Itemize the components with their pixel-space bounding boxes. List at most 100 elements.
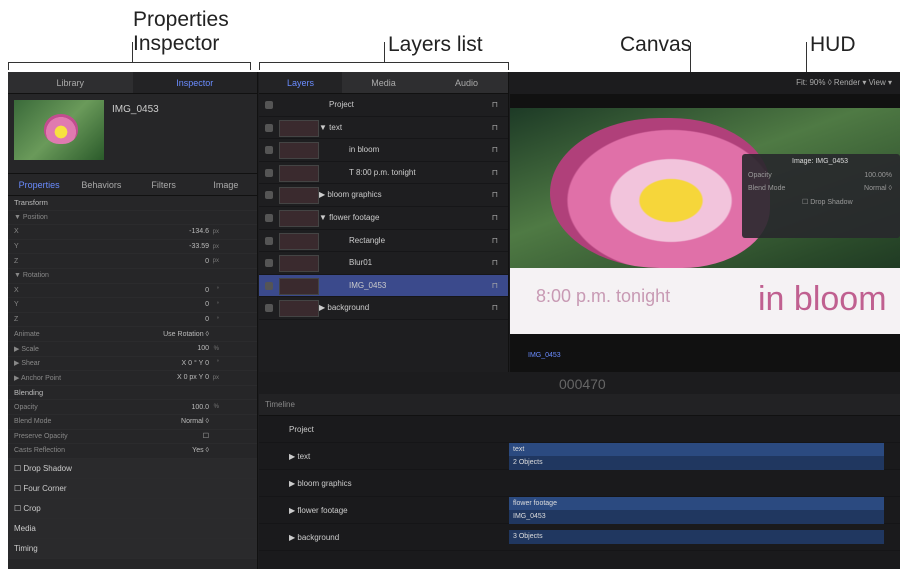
property-value[interactable]: -33.59 — [189, 243, 209, 250]
property-row[interactable]: Y -33.59 px — [8, 240, 257, 255]
layer-checkbox[interactable] — [265, 213, 273, 222]
layer-row[interactable]: ▶ background ⊓ — [259, 297, 508, 320]
lock-icon[interactable]: ⊓ — [492, 145, 498, 154]
lock-icon[interactable]: ⊓ — [492, 190, 498, 199]
layer-checkbox[interactable] — [265, 281, 273, 290]
property-value[interactable]: 0 — [205, 316, 209, 323]
timeline-row[interactable]: Project — [259, 416, 900, 443]
layer-name[interactable]: Blur01 — [349, 258, 372, 267]
timeline-track-name[interactable]: ▶ flower footage — [289, 506, 348, 515]
property-section[interactable]: ☐ Crop — [8, 498, 257, 519]
property-row[interactable]: Blending — [8, 386, 257, 401]
property-value[interactable]: 100 — [197, 345, 209, 352]
property-value[interactable]: X 0 ° Y 0 — [182, 360, 209, 367]
lock-icon[interactable]: ⊓ — [492, 213, 498, 222]
property-row[interactable]: ▼ Position — [8, 211, 257, 226]
property-row[interactable]: X 0 ° — [8, 284, 257, 299]
property-section[interactable]: Timing — [8, 538, 257, 559]
property-value[interactable]: 100.0 — [191, 404, 209, 411]
layer-checkbox[interactable] — [265, 304, 273, 313]
canvas-text-small[interactable]: 8:00 p.m. tonight — [536, 286, 670, 307]
property-row[interactable]: ▼ Rotation — [8, 269, 257, 284]
timeline-track-name[interactable]: ▶ text — [289, 452, 310, 461]
lock-icon[interactable]: ⊓ — [492, 123, 498, 132]
tab-audio[interactable]: Audio — [425, 72, 508, 93]
timeline-row[interactable]: ▶ text text 2 Objects — [259, 443, 900, 470]
hud-drop-shadow-checkbox[interactable]: ☐ Drop Shadow — [802, 198, 853, 206]
property-row[interactable]: Preserve Opacity ☐ — [8, 430, 257, 445]
layer-checkbox[interactable] — [265, 236, 273, 245]
layer-row[interactable]: Project ⊓ — [259, 94, 508, 117]
property-row[interactable]: Transform — [8, 196, 257, 211]
hud-row-value[interactable]: 100.00% — [864, 172, 892, 179]
layer-row[interactable]: Rectangle ⊓ — [259, 230, 508, 253]
property-row[interactable]: ▶ Scale 100% — [8, 342, 257, 357]
property-row[interactable]: Opacity 100.0% — [8, 400, 257, 415]
timeline-clip-bar[interactable]: IMG_0453 — [509, 510, 884, 524]
layer-name[interactable]: Project — [329, 100, 354, 109]
timeline-track-name[interactable]: ▶ bloom graphics — [289, 479, 352, 488]
property-section[interactable]: ☐ Four Corner — [8, 478, 257, 499]
timeline-track-name[interactable]: Project — [289, 425, 314, 434]
layer-row[interactable]: ▶ bloom graphics ⊓ — [259, 184, 508, 207]
timeline-clip-bar[interactable]: 3 Objects — [509, 530, 884, 544]
lock-icon[interactable]: ⊓ — [492, 303, 498, 312]
lock-icon[interactable]: ⊓ — [492, 258, 498, 267]
tab-image[interactable]: Image — [195, 174, 257, 195]
property-section[interactable]: ☐ Drop Shadow — [8, 458, 257, 479]
hud-row-value[interactable]: Normal ◊ — [864, 185, 892, 192]
property-value[interactable]: X 0 px Y 0 — [177, 374, 209, 381]
timeline-clip-bar[interactable]: 2 Objects — [509, 456, 884, 470]
property-value[interactable]: Use Rotation ◊ — [163, 331, 209, 338]
timeline-row[interactable]: ▶ bloom graphics — [259, 470, 900, 497]
property-row[interactable]: Animate Use Rotation ◊ — [8, 327, 257, 342]
layer-checkbox[interactable] — [265, 259, 273, 268]
layer-row[interactable]: Blur01 ⊓ — [259, 252, 508, 275]
property-row[interactable]: ▶ Anchor Point X 0 px Y 0 px — [8, 371, 257, 386]
layer-row[interactable]: IMG_0453 ⊓ — [259, 274, 508, 298]
property-value[interactable]: 0 — [205, 287, 209, 294]
tab-layers[interactable]: Layers — [259, 72, 342, 93]
lock-icon[interactable]: ⊓ — [492, 281, 498, 290]
layer-row[interactable]: ▼ flower footage ⊓ — [259, 207, 508, 230]
property-value[interactable]: Yes ◊ — [192, 447, 209, 454]
property-row[interactable]: Blend Mode Normal ◊ — [8, 415, 257, 430]
layer-name[interactable]: ▶ bloom graphics — [319, 190, 382, 199]
layer-name[interactable]: Rectangle — [349, 236, 385, 245]
property-row[interactable]: Z 0 ° — [8, 313, 257, 328]
property-row[interactable]: Casts Reflection Yes ◊ — [8, 444, 257, 459]
tab-media[interactable]: Media — [342, 72, 425, 93]
layer-checkbox[interactable] — [265, 191, 273, 200]
property-value[interactable]: ☐ — [203, 432, 209, 440]
property-value[interactable]: 0 — [205, 301, 209, 308]
layer-row[interactable]: ▼ text ⊓ — [259, 117, 508, 140]
layer-name[interactable]: T 8:00 p.m. tonight — [349, 168, 416, 177]
timeline-track-name[interactable]: ▶ background — [289, 533, 339, 542]
layer-name[interactable]: IMG_0453 — [349, 281, 386, 290]
lock-icon[interactable]: ⊓ — [492, 236, 498, 245]
tab-inspector[interactable]: Inspector — [132, 72, 257, 93]
timeline-row[interactable]: ▶ background 3 Objects — [259, 524, 900, 551]
tab-behaviors[interactable]: Behaviors — [70, 174, 132, 195]
layer-checkbox[interactable] — [265, 101, 273, 109]
tab-properties[interactable]: Properties — [8, 174, 70, 195]
canvas-text-big[interactable]: in bloom — [758, 280, 887, 319]
layer-name[interactable]: in bloom — [349, 145, 379, 154]
layer-checkbox[interactable] — [265, 146, 273, 155]
tab-library[interactable]: Library — [8, 72, 133, 93]
layer-name[interactable]: ▼ flower footage — [319, 213, 379, 222]
property-section[interactable]: Media — [8, 518, 257, 539]
layer-checkbox[interactable] — [265, 123, 273, 132]
layer-row[interactable]: in bloom ⊓ — [259, 139, 508, 162]
property-value[interactable]: Normal ◊ — [181, 418, 209, 425]
timeline-clip-bar[interactable]: text — [509, 443, 884, 457]
property-row[interactable]: Z 0 px — [8, 254, 257, 269]
tab-filters[interactable]: Filters — [133, 174, 195, 195]
property-row[interactable]: X -134.6 px — [8, 225, 257, 240]
canvas-image[interactable]: 8:00 p.m. tonight in bloom Image: IMG_04… — [510, 108, 900, 334]
lock-icon[interactable]: ⊓ — [492, 168, 498, 177]
property-row[interactable]: ▶ Shear X 0 ° Y 0 ° — [8, 357, 257, 372]
timeline-clip-bar[interactable]: flower footage — [509, 497, 884, 511]
property-value[interactable]: -134.6 — [189, 228, 209, 235]
layer-name[interactable]: ▶ background — [319, 303, 369, 312]
